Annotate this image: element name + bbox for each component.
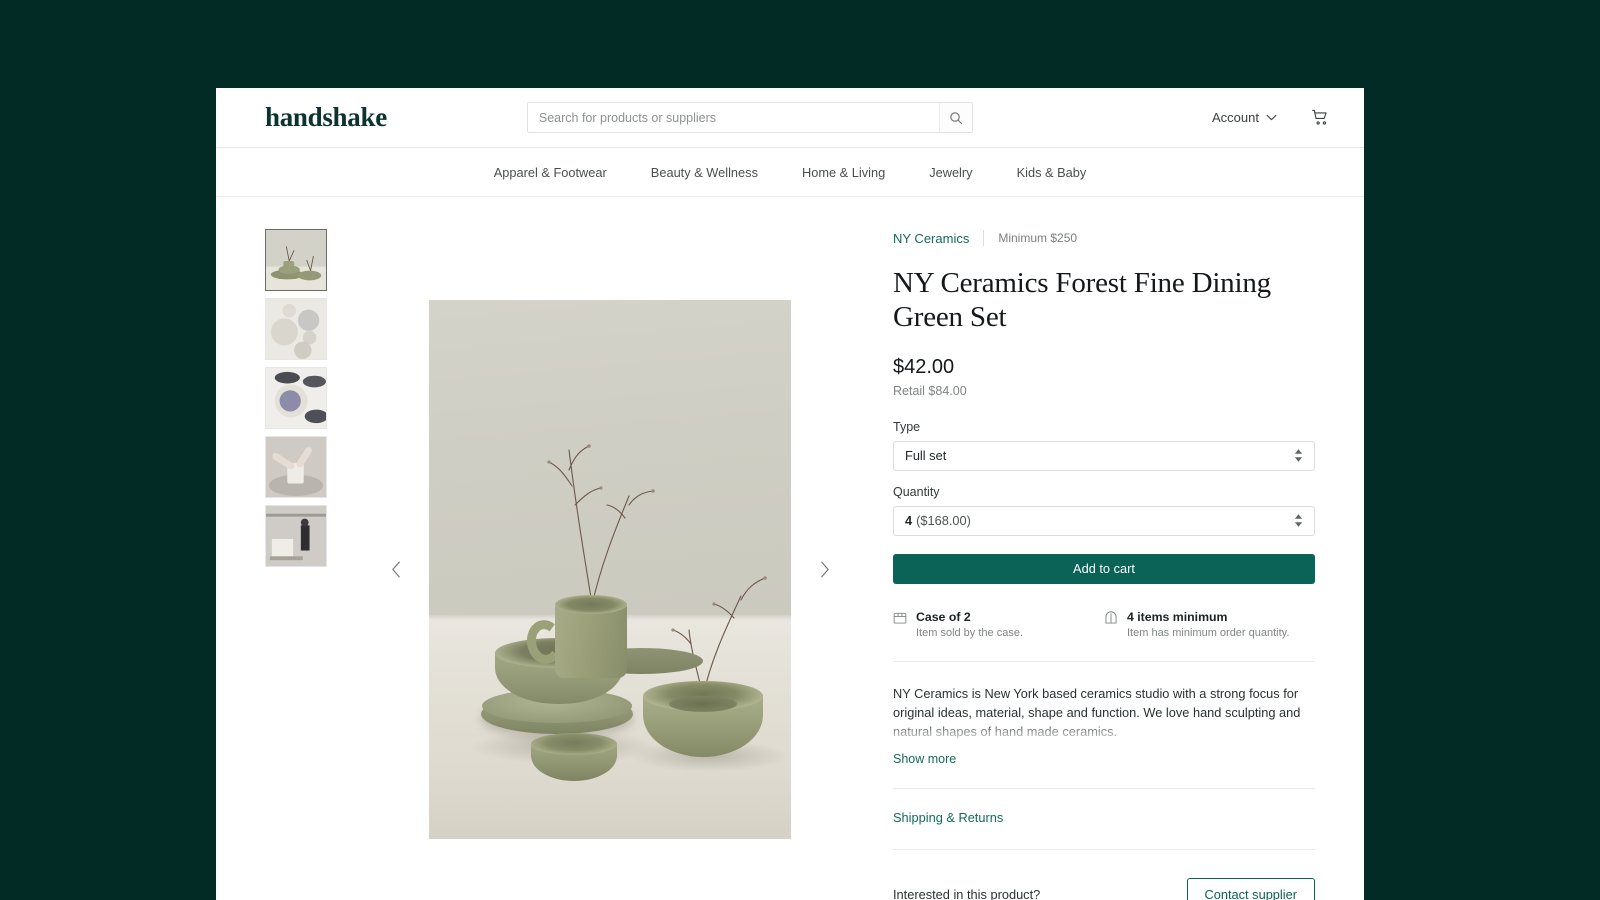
search-bar <box>526 102 973 133</box>
product-badges: Case of 2 Item sold by the case. 4 items… <box>893 610 1315 639</box>
handshake-logo[interactable]: handshake <box>265 102 387 133</box>
product-description: NY Ceramics is New York based ceramics s… <box>893 685 1301 740</box>
show-more-link[interactable]: Show more <box>893 752 1315 766</box>
type-select-value: Full set <box>905 448 947 464</box>
thumbnail-strip <box>265 227 327 900</box>
account-menu[interactable]: Account <box>1212 110 1277 125</box>
account-label: Account <box>1212 110 1259 125</box>
header-actions: Account <box>1212 108 1330 127</box>
quantity-label: Quantity <box>893 484 940 499</box>
browser-page: handshake Account <box>216 88 1364 900</box>
badge-subtitle: Item sold by the case. <box>916 626 1023 639</box>
product-gallery <box>216 227 893 900</box>
divider <box>983 230 985 246</box>
shipping-returns-link[interactable]: Shipping & Returns <box>893 810 1003 825</box>
shopping-bag-icon <box>1104 611 1118 639</box>
contact-supplier-row: Interested in this product? Contact supp… <box>893 878 1315 900</box>
supplier-link[interactable]: NY Ceramics <box>893 231 969 246</box>
badge-title: Case of 2 <box>916 609 971 624</box>
shopping-cart-icon <box>1311 108 1330 127</box>
nav-item-apparel-footwear[interactable]: Apparel & Footwear <box>494 165 607 180</box>
site-header: handshake Account <box>216 88 1364 148</box>
badge-minimum: 4 items minimum Item has minimum order q… <box>1104 610 1315 639</box>
package-box-icon <box>893 611 907 639</box>
badge-subtitle: Item has minimum order quantity. <box>1127 626 1290 639</box>
search-icon <box>949 111 963 125</box>
gallery-prev-button[interactable] <box>383 556 409 582</box>
divider <box>893 660 1315 662</box>
badge-case-of: Case of 2 Item sold by the case. <box>893 610 1104 639</box>
add-to-cart-button[interactable]: Add to cart <box>893 553 1315 584</box>
gallery-thumbnail[interactable] <box>265 505 327 567</box>
divider <box>893 849 1315 851</box>
type-label: Type <box>893 419 921 434</box>
photo-small-dish-rim <box>531 732 617 755</box>
nav-item-home-living[interactable]: Home & Living <box>802 165 885 180</box>
contact-supplier-button[interactable]: Contact supplier <box>1186 878 1315 900</box>
quantity-select[interactable]: 4 ($168.00) <box>893 505 1315 536</box>
category-nav: Apparel & Footwear Beauty & Wellness Hom… <box>216 148 1364 197</box>
gallery-stage <box>327 227 893 900</box>
product-main-image[interactable] <box>429 299 791 839</box>
type-select[interactable]: Full set <box>893 440 1315 471</box>
search-input[interactable] <box>527 103 939 132</box>
gallery-thumbnail[interactable] <box>265 367 327 429</box>
badge-title: 4 items minimum <box>1127 609 1228 624</box>
stepper-arrows-icon <box>1294 513 1303 528</box>
product-detail: NY Ceramics Minimum $250 NY Ceramics For… <box>216 197 1364 900</box>
gallery-next-button[interactable] <box>811 556 837 582</box>
nav-item-beauty-wellness[interactable]: Beauty & Wellness <box>651 165 758 180</box>
photo-mug-rim <box>555 594 627 614</box>
divider <box>893 788 1315 790</box>
nav-item-jewelry[interactable]: Jewelry <box>929 165 972 180</box>
page-title: NY Ceramics Forest Fine Dining Green Set <box>893 267 1271 333</box>
search-button[interactable] <box>938 103 972 132</box>
nav-item-kids-baby[interactable]: Kids & Baby <box>1017 165 1087 180</box>
product-price: $42.00 <box>893 355 955 378</box>
minimum-order-text: Minimum $250 <box>998 231 1078 245</box>
gallery-thumbnail[interactable] <box>265 436 327 498</box>
quantity-value: 4 <box>905 513 913 529</box>
gallery-thumbnail[interactable] <box>265 229 327 291</box>
retail-price: Retail $84.00 <box>893 383 967 398</box>
supplier-row: NY Ceramics Minimum $250 <box>893 229 1315 247</box>
stepper-arrows-icon <box>1294 448 1303 463</box>
photo-right-bowl-inner <box>669 695 737 712</box>
chevron-down-icon <box>1266 114 1277 121</box>
cart-button[interactable] <box>1311 108 1330 127</box>
product-info: NY Ceramics Minimum $250 NY Ceramics For… <box>893 227 1364 900</box>
contact-prompt: Interested in this product? <box>893 887 1041 900</box>
quantity-total-price: ($168.00) <box>916 513 971 529</box>
gallery-thumbnail[interactable] <box>265 298 327 360</box>
